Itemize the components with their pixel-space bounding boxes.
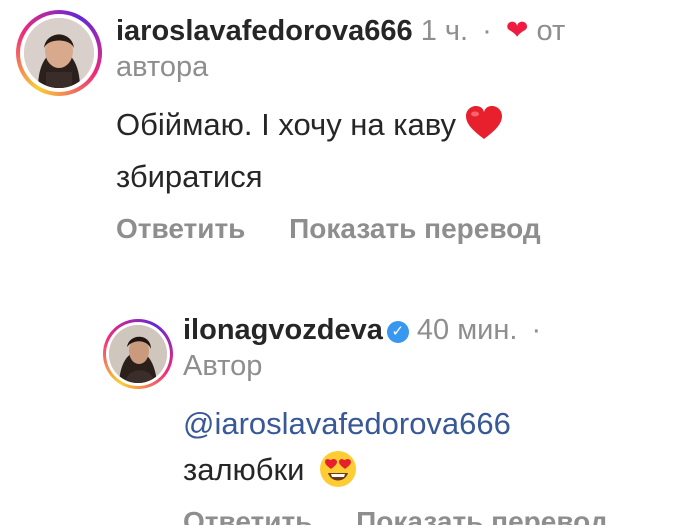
comment-actions: Ответить Показать перевод bbox=[116, 213, 577, 245]
comment-actions: Ответить Показать перевод bbox=[183, 506, 644, 525]
comment-username[interactable]: ilonagvozdeva bbox=[183, 314, 383, 346]
mention-link[interactable]: @iaroslavafedorova666 bbox=[183, 401, 683, 447]
comment-text-line2: збиратися bbox=[116, 159, 263, 194]
avatar-photo bbox=[24, 18, 94, 88]
avatar-ilonagvozdeva[interactable] bbox=[103, 319, 173, 389]
comment-text: Обіймаю. І хочу на каву збиратися bbox=[116, 102, 656, 200]
reply-button[interactable]: Ответить bbox=[116, 213, 245, 244]
comments-thread: iaroslavafedorova666 1 ч. · ❤ от автора … bbox=[0, 0, 700, 525]
comment-text-body: залюбки bbox=[183, 452, 305, 487]
avatar-photo bbox=[109, 325, 167, 383]
comment-meta: ilonagvozdeva ✓ 40 мин. · Автор bbox=[183, 312, 683, 384]
heart-eyes-emoji bbox=[319, 450, 357, 501]
reply-button[interactable]: Ответить bbox=[183, 506, 312, 525]
show-translation-button[interactable]: Показать перевод bbox=[356, 506, 608, 525]
comment-username[interactable]: iaroslavafedorova666 bbox=[116, 15, 413, 47]
show-translation-button[interactable]: Показать перевод bbox=[289, 213, 541, 244]
liked-by-author-label: от bbox=[536, 15, 566, 47]
liked-by-author-label-2: автора bbox=[116, 51, 209, 83]
verified-badge-icon: ✓ bbox=[386, 321, 409, 343]
separator-dot: · bbox=[531, 314, 542, 346]
comment-text-line1: Обіймаю. І хочу на каву bbox=[116, 107, 457, 142]
author-label: Автор bbox=[183, 350, 263, 382]
comment-time: 1 ч. bbox=[420, 15, 469, 47]
comment-text: @iaroslavafedorova666 залюбки bbox=[183, 401, 683, 501]
red-heart-emoji bbox=[465, 105, 503, 154]
comment-time: 40 мин. bbox=[416, 314, 518, 346]
avatar-iaroslavafedorova666[interactable] bbox=[16, 10, 102, 96]
comment-meta: iaroslavafedorova666 1 ч. · ❤ от автора bbox=[116, 12, 676, 85]
separator-dot: · bbox=[482, 15, 492, 47]
heart-icon: ❤ bbox=[505, 15, 529, 45]
